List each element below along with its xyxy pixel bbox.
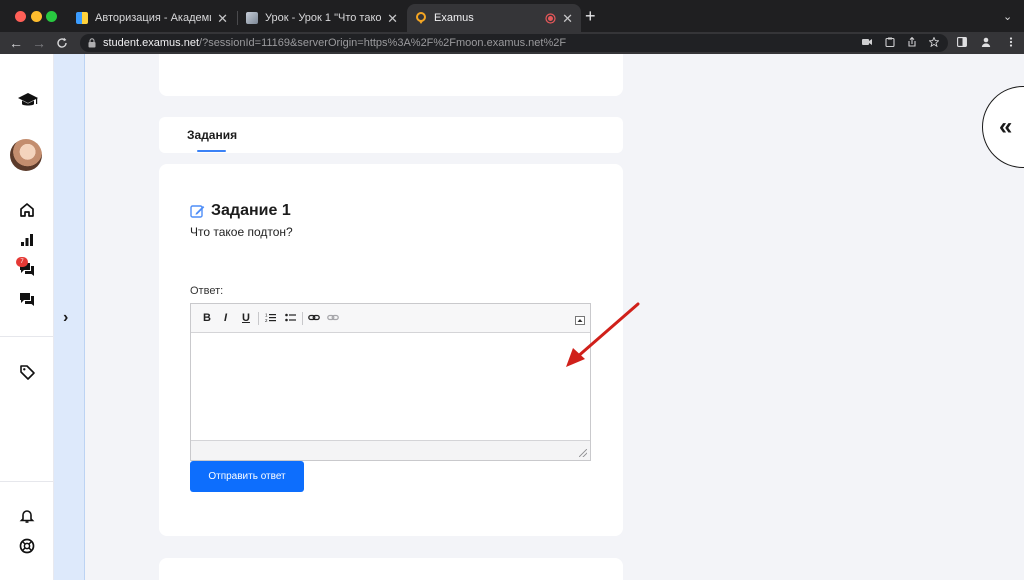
sidebar-divider bbox=[0, 481, 53, 482]
double-chevron-left-icon: « bbox=[999, 113, 1013, 140]
close-tab-icon[interactable]: ✕ bbox=[562, 12, 573, 25]
side-panel-icon[interactable] bbox=[957, 37, 967, 47]
url-path: /?sessionId=11169&serverOrigin=https%3A%… bbox=[199, 37, 567, 49]
submit-answer-button[interactable]: Отправить ответ bbox=[190, 461, 304, 492]
tasks-tab-bar: Задания bbox=[159, 117, 623, 153]
close-window-button[interactable] bbox=[15, 11, 26, 22]
graduation-cap-icon[interactable] bbox=[17, 91, 39, 109]
tab-search-chevron-icon[interactable]: ⌄ bbox=[1003, 10, 1012, 23]
close-tab-icon[interactable]: ✕ bbox=[387, 12, 398, 25]
user-avatar[interactable] bbox=[10, 139, 42, 171]
support-lifebuoy-icon[interactable] bbox=[18, 537, 36, 555]
messages-count-badge: 7 bbox=[16, 257, 28, 267]
minimize-window-button[interactable] bbox=[31, 11, 42, 22]
task-title-row: Задание 1 bbox=[190, 202, 291, 220]
edit-pencil-icon bbox=[190, 204, 205, 218]
insert-link-icon[interactable] bbox=[308, 312, 320, 323]
home-icon[interactable] bbox=[18, 201, 36, 219]
sidebar-divider bbox=[0, 336, 53, 337]
chevron-right-icon: › bbox=[63, 309, 69, 326]
italic-button[interactable]: I bbox=[224, 312, 227, 324]
numbered-list-icon[interactable]: 1 2 bbox=[265, 312, 276, 323]
forward-arrow-icon[interactable]: → bbox=[32, 34, 46, 52]
expand-panel-strip[interactable]: › bbox=[54, 54, 85, 580]
task-question: Что такое подтон? bbox=[190, 225, 293, 239]
tag-icon[interactable] bbox=[18, 363, 36, 381]
browser-tab-examus[interactable]: Examus ✕ bbox=[407, 4, 581, 32]
svg-text:2: 2 bbox=[265, 318, 268, 323]
task-card: Задание 1 Что такое подтон? Ответ: B I U… bbox=[159, 164, 623, 536]
bell-icon[interactable] bbox=[18, 507, 36, 525]
address-bar[interactable]: student.examus.net /?sessionId=11169&ser… bbox=[80, 34, 948, 52]
tab-title: Examus bbox=[434, 12, 474, 24]
tab-title: Авторизация - Академия EDP bbox=[95, 12, 211, 24]
bold-button[interactable]: B bbox=[203, 312, 211, 324]
reload-icon[interactable] bbox=[56, 37, 68, 49]
annotation-arrow-icon bbox=[566, 302, 640, 367]
lesson-favicon-icon bbox=[246, 12, 258, 24]
close-tab-icon[interactable]: ✕ bbox=[217, 12, 228, 25]
toolbar-separator bbox=[258, 312, 259, 325]
recording-icon bbox=[545, 12, 556, 24]
browser-tab-authorization[interactable]: Авторизация - Академия EDP ✕ bbox=[68, 4, 236, 32]
examus-favicon-icon bbox=[416, 12, 426, 24]
browser-tab-lesson[interactable]: Урок - Урок 1 "Что такое цвет ✕ bbox=[238, 4, 406, 32]
answer-rich-text-editor: B I U 1 2 bbox=[190, 303, 591, 461]
stats-bars-icon[interactable] bbox=[18, 231, 36, 249]
url-host: student.examus.net bbox=[103, 37, 200, 49]
next-task-card bbox=[159, 558, 623, 580]
back-arrow-icon[interactable]: ← bbox=[9, 34, 23, 52]
editor-status-bar bbox=[191, 440, 590, 460]
answer-text-area[interactable] bbox=[191, 334, 590, 440]
browser-toolbar: ← → student.examus.net /?sessionId=11169… bbox=[0, 32, 1024, 54]
underline-button[interactable]: U bbox=[242, 312, 250, 324]
maximize-window-button[interactable] bbox=[46, 11, 57, 22]
resize-grip-icon[interactable] bbox=[579, 449, 587, 457]
task-title: Задание 1 bbox=[211, 202, 291, 219]
clipboard-icon[interactable] bbox=[885, 37, 895, 47]
app-sidebar: 7 bbox=[0, 54, 54, 580]
svg-text:1: 1 bbox=[265, 313, 268, 318]
lesson-info-card bbox=[159, 54, 623, 96]
bookmark-star-icon[interactable] bbox=[929, 37, 939, 47]
tab-tasks[interactable]: Задания bbox=[187, 128, 237, 142]
unlink-icon[interactable] bbox=[327, 312, 339, 323]
answer-label: Ответ: bbox=[190, 285, 224, 297]
browser-menu-icon[interactable] bbox=[1006, 37, 1016, 47]
lock-icon bbox=[88, 38, 96, 48]
browser-tab-bar: Авторизация - Академия EDP ✕ Урок - Урок… bbox=[0, 0, 1024, 32]
bulleted-list-icon[interactable] bbox=[285, 312, 296, 323]
editor-toolbar: B I U 1 2 bbox=[191, 304, 590, 333]
proctoring-panel-toggle[interactable]: « bbox=[982, 86, 1024, 168]
new-tab-button[interactable]: + bbox=[585, 6, 596, 26]
active-tab-indicator bbox=[197, 150, 226, 152]
profile-icon[interactable] bbox=[981, 37, 991, 47]
toolbar-separator bbox=[302, 312, 303, 325]
camera-icon[interactable] bbox=[862, 37, 872, 47]
share-icon[interactable] bbox=[907, 37, 917, 47]
tab-title: Урок - Урок 1 "Что такое цвет bbox=[265, 12, 382, 24]
academy-favicon-icon bbox=[76, 12, 88, 24]
forum-icon[interactable] bbox=[18, 290, 36, 308]
